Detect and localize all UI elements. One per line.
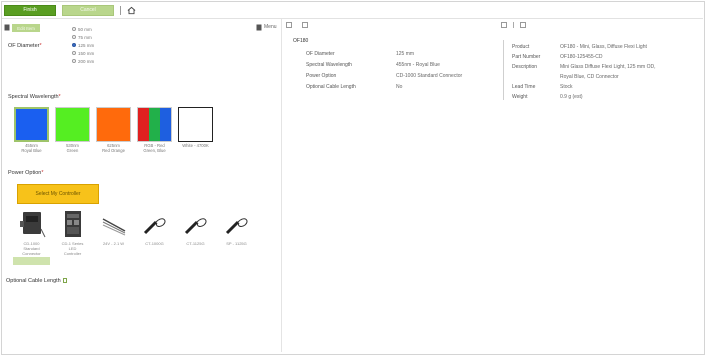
cable-connector-icon[interactable] bbox=[137, 208, 172, 240]
expand-icon[interactable] bbox=[520, 22, 526, 28]
fiber-diameter-label: OF Diameter* bbox=[8, 43, 42, 49]
cable-length-checkbox[interactable] bbox=[63, 278, 68, 284]
top-toolbar: Finish Cancel bbox=[4, 4, 136, 16]
diameter-option-200[interactable]: 200 mm bbox=[72, 57, 94, 65]
summary-view-icon[interactable] bbox=[286, 22, 292, 28]
option-label: 24V - 2.1 W bbox=[102, 241, 125, 246]
led-controller-icon[interactable] bbox=[55, 208, 90, 240]
menu-label[interactable]: Menu bbox=[264, 24, 277, 30]
swatch-color[interactable] bbox=[137, 107, 172, 142]
product-info-row: Royal Blue, CD Connector bbox=[560, 74, 619, 80]
radio-dot[interactable] bbox=[72, 27, 76, 31]
controller-box-icon[interactable] bbox=[14, 208, 49, 240]
product-info-row: Weight 0.9 g (est) bbox=[512, 94, 583, 100]
product-info-header bbox=[501, 22, 526, 28]
swatch-white[interactable]: White - 4700K bbox=[178, 107, 213, 153]
cancel-button[interactable]: Cancel bbox=[62, 4, 114, 16]
power-options: CD-1000 Standard Connector CD-1 Series LED C… bbox=[13, 208, 254, 265]
option-label: SP - 1125G bbox=[226, 241, 247, 246]
swatch-royal-blue[interactable]: 455nm Royal Blue bbox=[14, 107, 49, 153]
cable-length-label: Optional Cable Length bbox=[6, 278, 68, 284]
radio-dot[interactable] bbox=[72, 59, 76, 63]
power-option-ct1125g[interactable]: CT-1125G bbox=[178, 208, 213, 265]
summary-row: Spectral Wavelength 455nm - Royal Blue bbox=[306, 61, 440, 68]
power-option-cd1-series[interactable]: CD-1 Series LED Controller bbox=[55, 208, 90, 265]
spectral-wavelength-label: Spectral Wavelength* bbox=[8, 94, 61, 100]
config-panel-header: Edit Item Menu bbox=[2, 22, 282, 34]
cable-connector-icon[interactable] bbox=[178, 208, 213, 240]
swatch-color[interactable] bbox=[14, 107, 49, 142]
option-label: CT-1000G bbox=[145, 241, 164, 246]
finish-button[interactable]: Finish bbox=[4, 4, 56, 16]
power-option-label: Power Option* bbox=[8, 170, 44, 176]
product-info-row: Description Mini Glass Diffuse Flexi Ligh… bbox=[512, 64, 656, 70]
swatch-red-orange[interactable]: 625nm Red Orange bbox=[96, 107, 131, 153]
swatch-label: RGB - Red Green, Blue bbox=[143, 143, 166, 153]
print-icon[interactable] bbox=[501, 22, 507, 28]
diameter-option-50[interactable]: 50 mm bbox=[72, 25, 94, 33]
swatch-label: 530nm Green bbox=[66, 143, 79, 153]
cable-connector-icon[interactable] bbox=[219, 208, 254, 240]
product-info-row: Part Number OF180-125455-CD bbox=[512, 54, 603, 60]
product-info-row: Product OF180 - Mini, Glass, Diffuse Flex… bbox=[512, 44, 647, 50]
swatch-color[interactable] bbox=[178, 107, 213, 142]
panel-doc-icon[interactable] bbox=[4, 24, 10, 31]
swatch-color[interactable] bbox=[96, 107, 131, 142]
swatch-label: 455nm Royal Blue bbox=[21, 143, 42, 153]
swatch-green[interactable]: 530nm Green bbox=[55, 107, 90, 153]
diameter-option-150[interactable]: 150 mm bbox=[72, 49, 94, 57]
option-label: CD-1000 Standard Connector bbox=[22, 241, 41, 256]
power-option-ct1000g[interactable]: CT-1000G bbox=[137, 208, 172, 265]
summary-expand-icon[interactable] bbox=[302, 22, 308, 28]
select-controller-button[interactable]: Select My Controller bbox=[17, 184, 99, 204]
summary-header bbox=[286, 22, 308, 28]
fiber-diameter-options: 50 mm 75 mm 125 mm 150 mm 200 mm bbox=[72, 25, 94, 65]
header-divider bbox=[513, 22, 514, 28]
wavelength-swatches: 455nm Royal Blue 530nm Green 625nm Red Oran… bbox=[14, 107, 213, 153]
option-label: CD-1 Series LED Controller bbox=[61, 241, 84, 256]
toolbar-divider bbox=[120, 5, 121, 15]
swatch-color[interactable] bbox=[55, 107, 90, 142]
product-info-table: Product OF180 - Mini, Glass, Diffuse Flex… bbox=[512, 42, 656, 102]
radio-dot[interactable] bbox=[72, 51, 76, 55]
selected-indicator bbox=[13, 257, 50, 265]
summary-title: OF180 bbox=[293, 38, 309, 44]
radio-dot-selected[interactable] bbox=[72, 43, 76, 47]
power-option-cd1000[interactable]: CD-1000 Standard Connector bbox=[13, 208, 50, 265]
product-info-divider bbox=[503, 40, 504, 100]
swatch-label: White - 4700K bbox=[182, 143, 209, 148]
menu-doc-icon[interactable] bbox=[256, 24, 262, 31]
summary-row: Power Option CD-1000 Standard Connector bbox=[306, 72, 463, 79]
diameter-option-75[interactable]: 75 mm bbox=[72, 33, 94, 41]
summary-row: OF Diameter 125 mm bbox=[306, 50, 415, 57]
diameter-option-125[interactable]: 125 mm bbox=[72, 41, 94, 49]
radio-dot[interactable] bbox=[72, 35, 76, 39]
power-option-sp1125g[interactable]: SP - 1125G bbox=[219, 208, 254, 265]
home-icon[interactable] bbox=[127, 6, 136, 15]
bare-wires-icon[interactable] bbox=[96, 208, 131, 240]
option-label: CT-1125G bbox=[186, 241, 205, 246]
power-option-24v[interactable]: 24V - 2.1 W bbox=[96, 208, 131, 265]
swatch-label: 625nm Red Orange bbox=[102, 143, 125, 153]
swatch-rgb[interactable]: RGB - Red Green, Blue bbox=[137, 107, 172, 153]
edit-item-tab[interactable]: Edit Item bbox=[12, 24, 40, 32]
product-info-row: Lead Time Stock bbox=[512, 84, 573, 90]
summary-table: OF Diameter 125 mm Spectral Wavelength 455… bbox=[306, 48, 462, 92]
summary-row: Optional Cable Length No bbox=[306, 83, 403, 90]
